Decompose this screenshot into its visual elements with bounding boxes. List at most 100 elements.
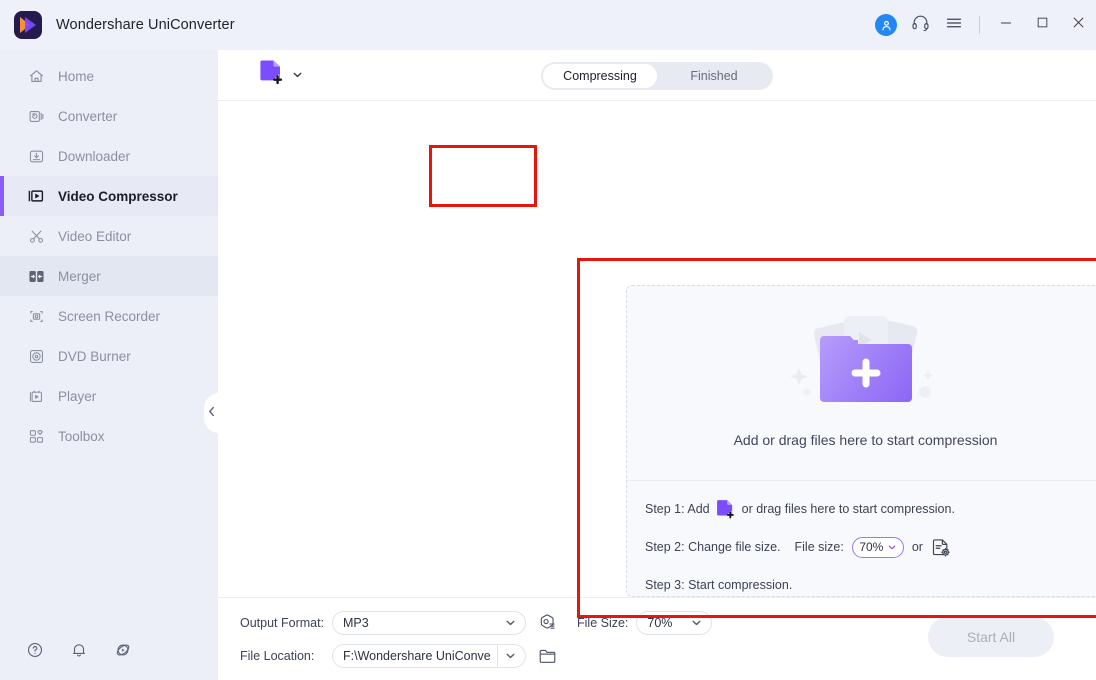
chevron-down-icon [888,543,896,552]
file-settings-icon[interactable] [931,537,951,558]
sidebar-item-screen-recorder[interactable]: Screen Recorder [0,296,218,336]
sidebar-item-video-editor[interactable]: Video Editor [0,216,218,256]
step-2-prefix: Step 2: Change file size. [645,540,781,554]
video-compressor-icon [26,186,46,206]
hamburger-menu-icon [945,14,963,37]
support-button[interactable] [903,0,937,50]
sidebar-item-label: Home [58,68,95,84]
output-format-value: MP3 [343,615,369,630]
title-bar-controls [869,0,1096,50]
chevron-down-icon [497,644,515,667]
sidebar-item-toolbox[interactable]: Toolbox [0,416,218,456]
output-format-label: Output Format: [240,615,325,630]
sidebar-bottom-bar [0,624,218,680]
chevron-down-icon [506,618,515,628]
file-size-value: 70% [647,615,673,630]
maximize-button[interactable] [1024,0,1060,50]
sidebar-item-label: Screen Recorder [58,308,161,324]
user-avatar-icon [875,14,897,36]
add-file-button[interactable] [227,46,333,103]
divider [979,16,980,34]
start-all-button[interactable]: Start All [928,617,1054,657]
sidebar-item-merger[interactable]: Merger [0,256,218,296]
sidebar-item-label: Toolbox [58,428,105,444]
sidebar-item-label: Player [58,388,97,404]
screen-recorder-icon [26,306,46,326]
drop-area-prompt: Add or drag files here to start compress… [733,432,998,448]
update-icon[interactable] [114,641,132,664]
app-title: Wondershare UniConverter [56,17,235,33]
output-format-select[interactable]: MP3 [332,610,526,635]
tab-compressing[interactable]: Compressing [543,64,657,88]
title-bar: Wondershare UniConverter [0,0,1096,50]
file-size-select[interactable]: 70% [636,610,713,635]
headset-icon [911,13,930,37]
sidebar-item-video-compressor[interactable]: Video Compressor [0,176,218,216]
notification-bell-icon[interactable] [70,641,88,664]
steps-area: Step 1: Add or drag files here to start … [627,481,1096,596]
file-location-value: F:\Wondershare UniConverter [343,648,491,663]
chevron-down-icon [293,70,302,80]
sidebar-item-label: DVD Burner [58,348,131,364]
app-body: Home Converter Downloader Video Compress… [0,50,1096,680]
folder-plus-icon [766,310,966,414]
sidebar-item-converter[interactable]: Converter [0,96,218,136]
file-location-select[interactable]: F:\Wondershare UniConverter [332,643,526,668]
sidebar-item-downloader[interactable]: Downloader [0,136,218,176]
open-folder-icon[interactable] [538,647,557,665]
sidebar: Home Converter Downloader Video Compress… [0,50,219,680]
main-content: Add or drag files here to start compress… [218,101,1096,618]
sidebar-item-label: Converter [58,108,118,124]
minimize-button[interactable] [988,0,1024,50]
sidebar-collapse-handle[interactable] [204,393,219,433]
uniconverter-window: Wondershare UniConverter Home Converter … [0,0,1096,680]
close-button[interactable] [1060,0,1096,50]
close-icon [1071,15,1086,35]
output-settings: Output Format: MP3 File Size: 70% File L… [240,610,713,668]
output-format-row: Output Format: MP3 File Size: 70% [240,610,713,635]
sidebar-item-home[interactable]: Home [0,56,218,96]
add-file-icon [259,58,285,91]
drop-area[interactable]: Add or drag files here to start compress… [626,285,1096,597]
format-settings-icon[interactable] [538,613,557,632]
step-2: Step 2: Change file size. File size: 70%… [645,536,1096,558]
file-location-label: File Location: [240,648,315,663]
add-file-button-highlight [429,145,537,207]
maximize-icon [1036,16,1049,34]
home-icon [26,66,46,86]
sidebar-item-label: Video Compressor [58,188,178,204]
status-tabs: Compressing Finished [541,62,773,90]
file-size-dropdown[interactable]: 70% [851,536,904,558]
tab-finished[interactable]: Finished [657,64,771,88]
step-1-suffix: or drag files here to start compression. [741,502,955,516]
file-location-row: File Location: F:\Wondershare UniConvert… [240,643,712,668]
step-2-file-size-label: File size: [794,540,844,554]
menu-button[interactable] [937,0,971,50]
scissors-icon [26,226,46,246]
sidebar-item-label: Merger [58,268,101,284]
step-3: Step 3: Start compression. [645,574,1096,596]
account-button[interactable] [869,0,903,50]
downloader-icon [26,146,46,166]
converter-icon [26,106,46,126]
help-icon[interactable] [26,641,44,664]
sidebar-item-label: Downloader [58,148,131,164]
bottom-bar: Output Format: MP3 File Size: 70% File L… [218,597,1096,680]
chevron-left-icon [208,404,215,422]
step-2-or-label: or [911,540,923,554]
file-size-label: File Size: [577,615,629,630]
dvd-burner-icon [26,346,46,366]
step-1-prefix: Step 1: Add [645,502,710,516]
sidebar-item-player[interactable]: Player [0,376,218,416]
player-icon [26,386,46,406]
merger-icon [26,266,46,286]
toolbox-icon [26,426,46,446]
main-toolbar: Compressing Finished [218,50,1096,101]
sidebar-item-dvd-burner[interactable]: DVD Burner [0,336,218,376]
add-file-icon[interactable] [716,498,736,520]
step-1: Step 1: Add or drag files here to start … [645,498,1096,520]
sidebar-item-label: Video Editor [58,228,132,244]
minimize-icon [999,16,1013,35]
step-3-prefix: Step 3: Start compression. [645,578,793,592]
main-panel: Compressing Finished Add or drag files h… [218,50,1096,680]
